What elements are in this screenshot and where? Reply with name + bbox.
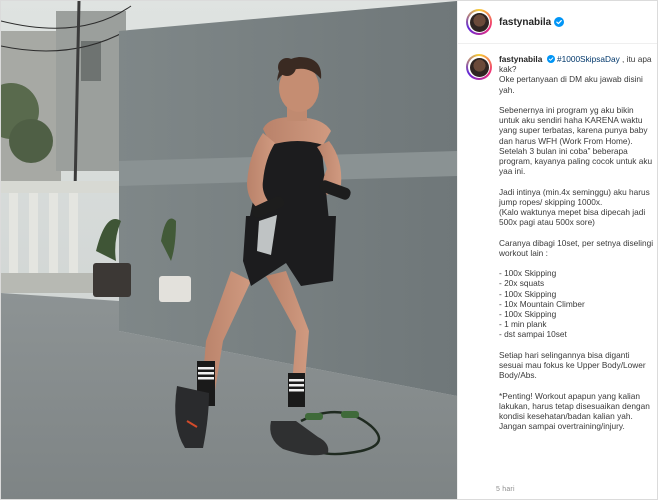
caption-text: , itu apa kak? Oke pertanyaan di DM aku … xyxy=(499,54,654,432)
header-username[interactable]: fastynabila xyxy=(499,17,551,28)
workout-photo-illustration xyxy=(1,1,457,499)
post-sidebar: fastynabila fastynabila #1000SkipsaDay ,… xyxy=(457,1,657,499)
instagram-post: fastynabila fastynabila #1000SkipsaDay ,… xyxy=(0,0,658,500)
verified-badge-icon xyxy=(546,55,555,63)
verified-badge-icon xyxy=(554,17,565,27)
post-photo[interactable] xyxy=(1,1,457,499)
caption-username[interactable]: fastynabila xyxy=(499,54,542,64)
post-timestamp[interactable]: 5 hari xyxy=(496,486,515,493)
caption-hashtag-link[interactable]: #1000SkipsaDay xyxy=(557,54,620,64)
post-caption: fastynabila #1000SkipsaDay , itu apa kak… xyxy=(466,54,654,432)
post-header: fastynabila xyxy=(458,1,657,44)
header-avatar[interactable] xyxy=(466,9,492,35)
caption-body: fastynabila #1000SkipsaDay , itu apa kak… xyxy=(499,54,654,432)
caption-avatar[interactable] xyxy=(466,54,492,80)
